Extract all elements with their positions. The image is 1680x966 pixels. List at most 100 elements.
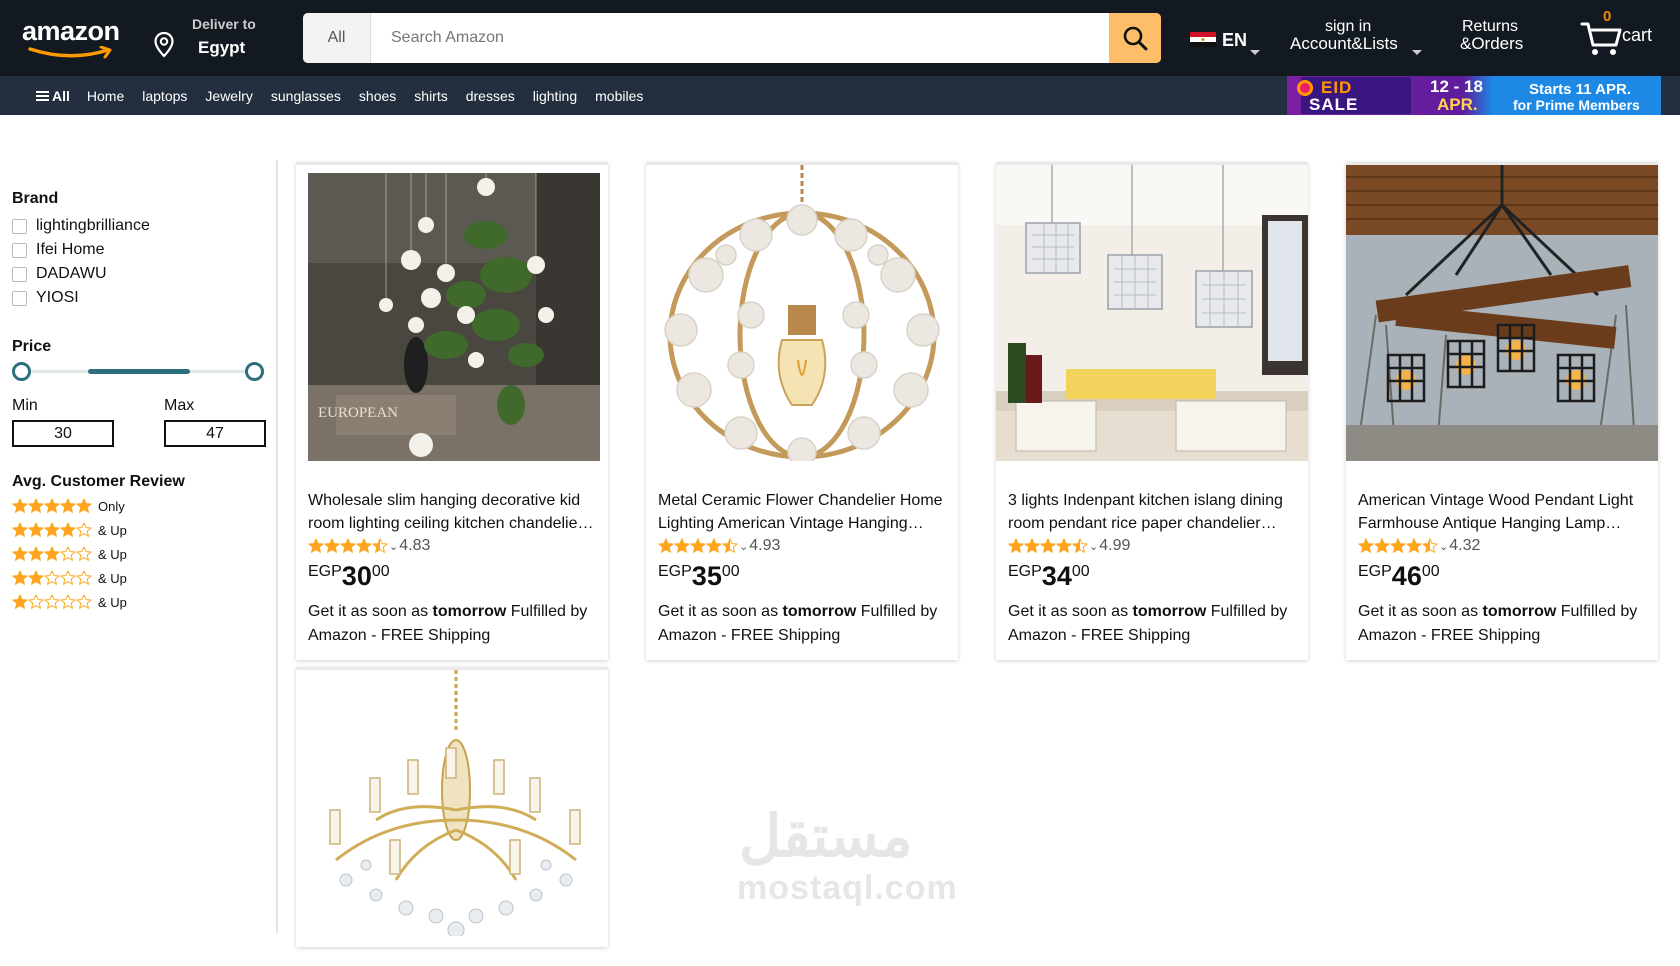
review-filter-5-stars[interactable]: Only [12, 497, 125, 515]
caret-down-icon [1250, 50, 1260, 55]
search-button[interactable] [1109, 13, 1161, 63]
brand-option[interactable]: DADAWU [12, 264, 107, 284]
shipping-info: Get it as soon as tomorrow Fulfilled by … [1358, 600, 1650, 648]
search-category-select[interactable]: All [303, 13, 371, 63]
star-empty-icon [60, 546, 76, 562]
returns-orders[interactable]: Returns &Orders [1460, 18, 1540, 58]
star-empty-icon [60, 594, 76, 610]
star-half-icon [1072, 538, 1088, 554]
min-price-input[interactable]: 30 [12, 420, 114, 447]
product-card[interactable] [296, 667, 608, 947]
product-card[interactable]: American Vintage Wood Pendant Light Farm… [1346, 162, 1658, 660]
price-fraction: 00 [371, 563, 390, 580]
review-filter-4-stars[interactable]: & Up [12, 521, 127, 539]
language-selector[interactable]: EN [1190, 22, 1262, 58]
crystal-chandelier-photo [296, 670, 608, 939]
product-image[interactable]: EUROPEAN [296, 165, 608, 461]
star-filled-icon [1406, 538, 1422, 554]
nav-link-sunglasses[interactable]: sunglasses [271, 88, 341, 104]
cart-label: cart [1622, 25, 1653, 45]
eid-sale-banner[interactable]: EID SALE 12 - 18 APR. Starts 11 APR. for… [1287, 76, 1661, 115]
star-filled-icon [1008, 538, 1024, 554]
star-empty-icon [28, 594, 44, 610]
checkbox[interactable] [12, 242, 27, 258]
product-title[interactable]: Metal Ceramic Flower Chandelier Home Lig… [658, 489, 948, 535]
product-card[interactable]: EUROPEAN Wholesale slim hanging decorati… [296, 162, 608, 660]
shipping-date: tomorrow [782, 603, 857, 620]
search-input[interactable] [371, 13, 1109, 63]
caret-down-icon [1412, 50, 1422, 55]
max-label: Max [164, 397, 195, 414]
star-filled-icon [12, 498, 28, 514]
max-price-input[interactable]: 47 [164, 420, 266, 447]
star-empty-icon [76, 594, 92, 610]
price-range-slider[interactable] [12, 360, 266, 382]
product-image[interactable] [646, 165, 958, 461]
product-card[interactable]: 3 lights Indenpant kitchen islang dining… [996, 162, 1308, 660]
star-filled-icon [1056, 538, 1072, 554]
star-filled-icon [658, 538, 674, 554]
watermark-arabic: مستقل [739, 804, 913, 869]
brand-option[interactable]: lightingbrilliance [12, 216, 150, 236]
product-rating[interactable]: ⌄ 4.83 [308, 537, 430, 555]
nav-link-mobiles[interactable]: mobiles [595, 88, 643, 104]
brand-option[interactable]: Ifei Home [12, 240, 104, 260]
product-card[interactable]: Metal Ceramic Flower Chandelier Home Lig… [646, 162, 958, 660]
star-filled-icon [1040, 538, 1056, 554]
rating-value: 4.93 [749, 537, 781, 554]
star-filled-icon [12, 570, 28, 586]
nav-link-lighting[interactable]: lighting [533, 88, 577, 104]
price-whole: 30 [341, 561, 372, 591]
product-rating[interactable]: ⌄ 4.32 [1358, 537, 1480, 555]
star-rating [12, 546, 92, 562]
image-caption: EUROPEAN [318, 405, 398, 421]
checkbox[interactable] [12, 218, 27, 234]
product-image[interactable] [996, 165, 1308, 461]
nav-link-jewelry[interactable]: Jewelry [205, 88, 252, 104]
nav-link-shoes[interactable]: shoes [359, 88, 396, 104]
nav-link-home[interactable]: Home [87, 88, 124, 104]
prime-members-label: for Prime Members [1513, 97, 1640, 113]
filter-sidebar: Brand lightingbrilliance Ifei Home DADAW… [0, 160, 278, 933]
product-title[interactable]: 3 lights Indenpant kitchen islang dining… [1008, 489, 1298, 535]
account-lists-label: Account&Lists [1290, 34, 1398, 53]
mostaql-watermark: مستقل mostaql.com [735, 802, 957, 912]
nav-link-dresses[interactable]: dresses [466, 88, 515, 104]
star-empty-icon [60, 570, 76, 586]
checkbox[interactable] [12, 266, 27, 282]
top-header: amazon Deliver to Egypt All EN [0, 0, 1680, 76]
star-rating [12, 498, 92, 514]
slider-selected-range [88, 369, 190, 374]
language-code: EN [1222, 30, 1248, 50]
brand-option[interactable]: YIOSI [12, 288, 79, 308]
star-filled-icon [28, 522, 44, 538]
star-filled-icon [60, 522, 76, 538]
nav-all-menu[interactable]: All [36, 88, 70, 104]
nav-link-shirts[interactable]: shirts [414, 88, 447, 104]
cart-button[interactable]: 0 cart [1578, 8, 1673, 60]
sale-dates: 12 - 18 [1430, 77, 1483, 96]
product-image[interactable] [1346, 165, 1658, 461]
price-fraction: 00 [721, 563, 740, 580]
nav-link-laptops[interactable]: laptops [142, 88, 187, 104]
amazon-logo[interactable]: amazon [22, 16, 122, 59]
review-filter-2-stars[interactable]: & Up [12, 569, 127, 587]
slider-max-handle[interactable] [245, 362, 264, 381]
product-title[interactable]: American Vintage Wood Pendant Light Farm… [1358, 489, 1648, 535]
checkbox[interactable] [12, 290, 27, 306]
product-image[interactable] [296, 670, 608, 966]
star-filled-icon [1374, 538, 1390, 554]
review-filter-3-stars[interactable]: & Up [12, 545, 127, 563]
cart-icon [1580, 22, 1622, 55]
shipping-date: tomorrow [432, 603, 507, 620]
account-lists[interactable]: sign in Account&Lists [1290, 18, 1430, 58]
slider-min-handle[interactable] [12, 362, 31, 381]
deliver-to[interactable]: Deliver to Egypt [152, 14, 272, 62]
price-whole: 34 [1041, 561, 1072, 591]
product-title[interactable]: Wholesale slim hanging decorative kid ro… [308, 489, 598, 535]
review-filter-1-stars[interactable]: & Up [12, 593, 127, 611]
product-rating[interactable]: ⌄ 4.99 [1008, 537, 1130, 555]
product-rating[interactable]: ⌄ 4.93 [658, 537, 780, 555]
logo-smile-icon [28, 46, 112, 59]
ornament-icon [1297, 80, 1313, 96]
